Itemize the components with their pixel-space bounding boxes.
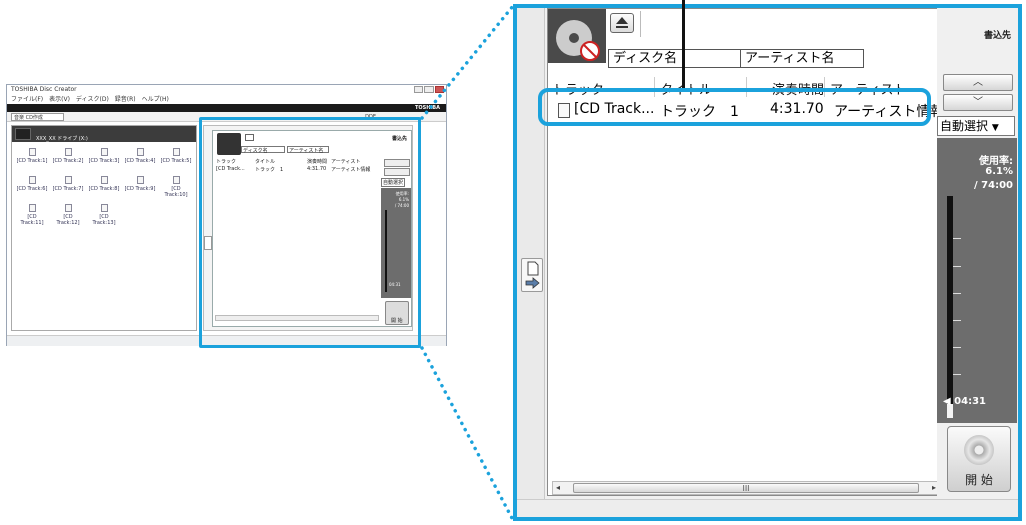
track-file-label: [CD Track:12] xyxy=(56,214,80,226)
track-file-label: [CD Track:1] xyxy=(16,158,48,164)
track-file-label: [CD Track:8] xyxy=(88,186,120,192)
track-file-item[interactable]: [CD Track:9] xyxy=(124,176,156,192)
scroll-right-icon[interactable]: ▸ xyxy=(932,483,936,492)
artist-name-input[interactable]: アーティスト名 xyxy=(740,49,864,68)
screenshot-stage: TOSHIBA Disc Creator ファイル(F) 表示(V) ディスク(… xyxy=(0,0,1026,525)
dropdown-arrow-icon: ▼ xyxy=(991,123,999,133)
track-file-label: [CD Track:6] xyxy=(16,186,48,192)
track-file-item[interactable]: [CD Track:6] xyxy=(16,176,48,192)
audio-file-icon xyxy=(28,204,36,212)
highlight-frame-small xyxy=(199,117,421,348)
track-file-label: [CD Track:2] xyxy=(52,158,84,164)
menu-bar[interactable]: ファイル(F) 表示(V) ディスク(D) 録音(R) ヘルプ(H) xyxy=(7,95,446,104)
window-title: TOSHIBA Disc Creator xyxy=(7,85,446,95)
audio-file-icon xyxy=(100,176,108,184)
track-file-label: [CD Track:10] xyxy=(164,186,188,198)
disc-header: ディスク名 アーティスト名 xyxy=(548,9,944,69)
audio-file-icon xyxy=(28,148,36,156)
header-divider xyxy=(640,11,641,37)
track-file-item[interactable]: [CD Track:7] xyxy=(52,176,84,192)
drive-select[interactable]: XXX_XX ドライブ (X:) xyxy=(36,135,88,142)
audio-file-icon xyxy=(100,204,108,212)
scroll-thumb[interactable]: III xyxy=(573,483,919,493)
callout-pointer xyxy=(682,0,685,90)
track-file-item[interactable]: [CD Track:1] xyxy=(16,148,48,164)
mode-select[interactable]: 音楽 CD作成 xyxy=(11,112,64,121)
source-pane-header: XXX_XX ドライブ (X:) xyxy=(12,126,196,142)
source-pane: XXX_XX ドライブ (X:) [CD Track:1] [CD Track:2… xyxy=(11,125,197,331)
left-gutter xyxy=(517,8,545,517)
track-file-item[interactable]: [CD Track:10] xyxy=(160,176,192,198)
track-file-item[interactable]: [CD Track:4] xyxy=(124,148,156,164)
usage-percent: 6.1% xyxy=(985,166,1013,177)
right-control-column: 書込先 ︿ ﹀ 自動選択 ▼ 使用率: 6.1% / 74:00 ◀ 04:31… xyxy=(937,8,1018,496)
disc-icon xyxy=(548,9,606,63)
track-file-label: [CD Track:7] xyxy=(52,186,84,192)
track-file-item[interactable]: [CD Track:11] xyxy=(16,204,48,226)
track-file-item[interactable]: [CD Track:2] xyxy=(52,148,84,164)
capacity-meter xyxy=(947,196,953,418)
audio-file-icon xyxy=(136,148,144,156)
track-file-label: [CD Track:3] xyxy=(88,158,120,164)
audio-file-icon xyxy=(100,148,108,156)
audio-file-icon xyxy=(64,176,72,184)
eject-icon[interactable] xyxy=(610,13,634,33)
auto-select-label: 自動選択 xyxy=(940,119,989,133)
track-file-label: [CD Track:4] xyxy=(124,158,156,164)
audio-file-icon xyxy=(172,176,180,184)
track-file-label: [CD Track:5] xyxy=(160,158,192,164)
track-file-item[interactable]: [CD Track:8] xyxy=(88,176,120,192)
brand-bar: TOSHIBA xyxy=(7,104,446,112)
track-file-label: [CD Track:9] xyxy=(124,186,156,192)
start-button[interactable]: 開 始 xyxy=(947,426,1011,492)
track-file-item[interactable]: [CD Track:3] xyxy=(88,148,120,164)
write-list-panel: ディスク名 アーティスト名 トラック タイトル 演奏時間 アーティスト [CD … xyxy=(547,8,949,496)
audio-file-icon xyxy=(64,204,72,212)
track-file-item[interactable]: [CD Track:13] xyxy=(88,204,120,226)
callout-highlight xyxy=(538,88,931,126)
add-to-disc-icon[interactable] xyxy=(521,258,543,292)
chevron-down-icon[interactable]: ﹀ xyxy=(943,94,1013,111)
burn-disc-icon xyxy=(964,435,994,465)
audio-file-icon xyxy=(28,176,36,184)
audio-file-icon xyxy=(64,148,72,156)
elapsed-time: ◀ 04:31 xyxy=(943,396,987,407)
audio-file-icon xyxy=(136,176,144,184)
music-note-icon xyxy=(15,128,31,140)
track-file-item[interactable]: [CD Track:5] xyxy=(160,148,192,164)
start-label: 開 始 xyxy=(965,473,993,487)
zoomed-write-pane: ディスク名 アーティスト名 トラック タイトル 演奏時間 アーティスト [CD … xyxy=(513,4,1022,521)
track-file-label: [CD Track:11] xyxy=(20,214,44,226)
status-bar xyxy=(517,499,1018,517)
track-file-item[interactable]: [CD Track:12] xyxy=(52,204,84,226)
disc-name-input[interactable]: ディスク名 xyxy=(608,49,742,68)
audio-file-icon xyxy=(172,148,180,156)
scroll-left-icon[interactable]: ◂ xyxy=(556,483,560,492)
usage-label: 使用率: xyxy=(979,156,1013,167)
horizontal-scrollbar[interactable]: ◂ III ▸ xyxy=(552,481,940,495)
meter-marker-icon: ◀ xyxy=(943,396,955,407)
window-controls[interactable] xyxy=(414,86,444,93)
write-to-label: 書込先 xyxy=(983,31,1011,41)
track-file-label: [CD Track:13] xyxy=(92,214,116,226)
auto-select-dropdown[interactable]: 自動選択 ▼ xyxy=(937,116,1015,136)
capacity-gauge: 使用率: 6.1% / 74:00 ◀ 04:31 xyxy=(937,138,1017,423)
chevron-up-icon[interactable]: ︿ xyxy=(943,74,1013,91)
usage-total: / 74:00 xyxy=(974,180,1013,191)
